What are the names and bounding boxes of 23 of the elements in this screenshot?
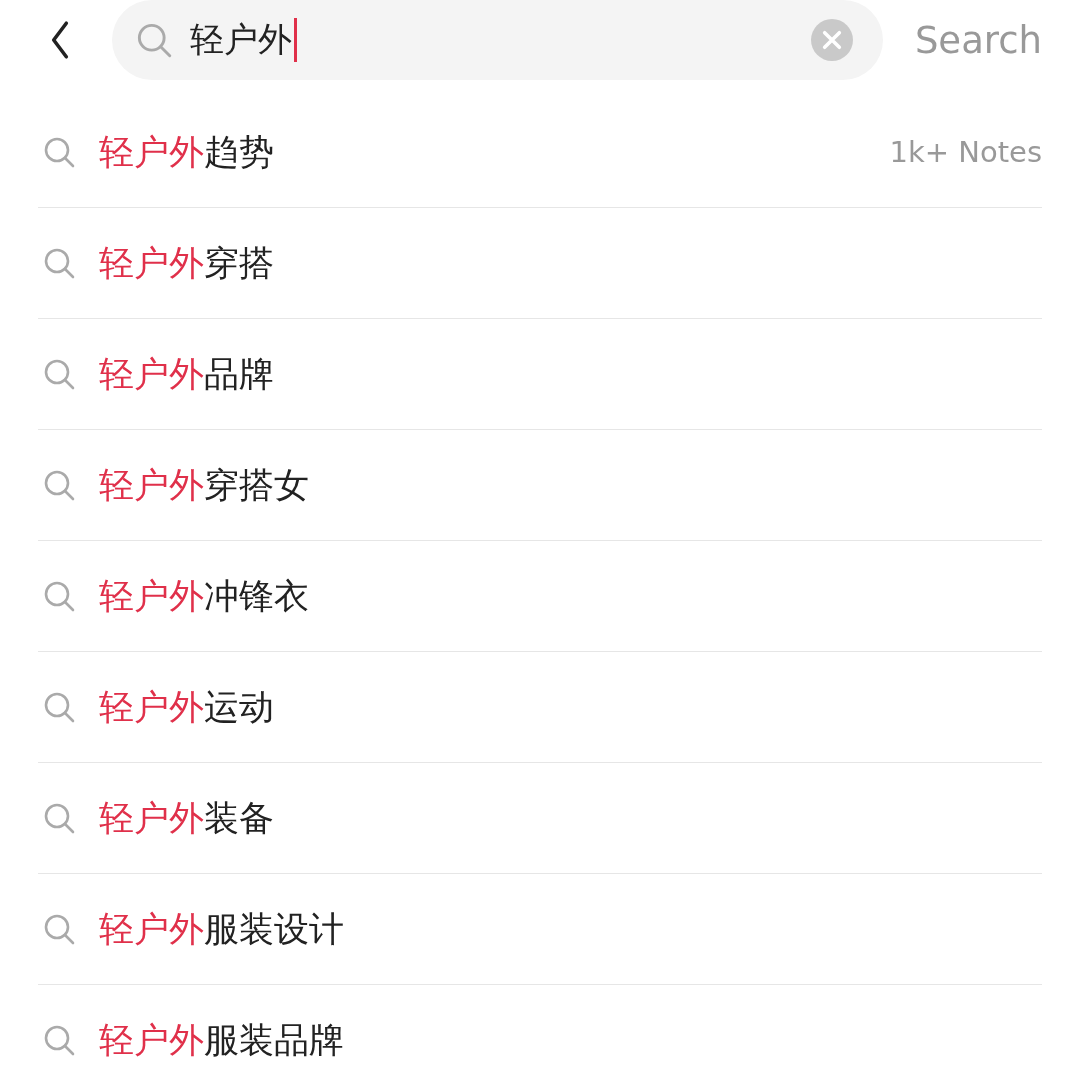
suggestion-item[interactable]: 轻户外服装设计: [99, 905, 344, 953]
note-count: 1k+ Notes: [889, 135, 1042, 169]
suggestion-item[interactable]: 轻户外穿搭: [99, 239, 274, 287]
search-icon: [43, 580, 75, 612]
suggestion-item[interactable]: 轻户外穿搭女: [99, 461, 309, 509]
suggestion-item[interactable]: 轻户外趋势: [99, 128, 274, 176]
suggestion-item[interactable]: 轻户外运动: [99, 683, 274, 731]
search-icon: [43, 247, 75, 279]
search-field[interactable]: 轻户外: [112, 0, 883, 80]
chevron-left-icon: [49, 19, 71, 61]
search-icon: [43, 358, 75, 390]
suggestion-item[interactable]: 轻户外品牌: [99, 350, 274, 398]
suggestion-item[interactable]: 轻户外冲锋衣: [99, 572, 309, 620]
close-icon: [810, 19, 853, 61]
search-icon: [43, 691, 75, 723]
search-icon: [43, 913, 75, 945]
suggestion-item[interactable]: 轻户外装备: [99, 794, 274, 842]
suggestion-item[interactable]: 轻户外服装品牌: [99, 1016, 344, 1064]
search-icon: [43, 1024, 75, 1056]
search-icon: [43, 469, 75, 501]
search-icon: [43, 802, 75, 834]
search-icon: [136, 22, 172, 58]
search-icon: [43, 136, 75, 168]
